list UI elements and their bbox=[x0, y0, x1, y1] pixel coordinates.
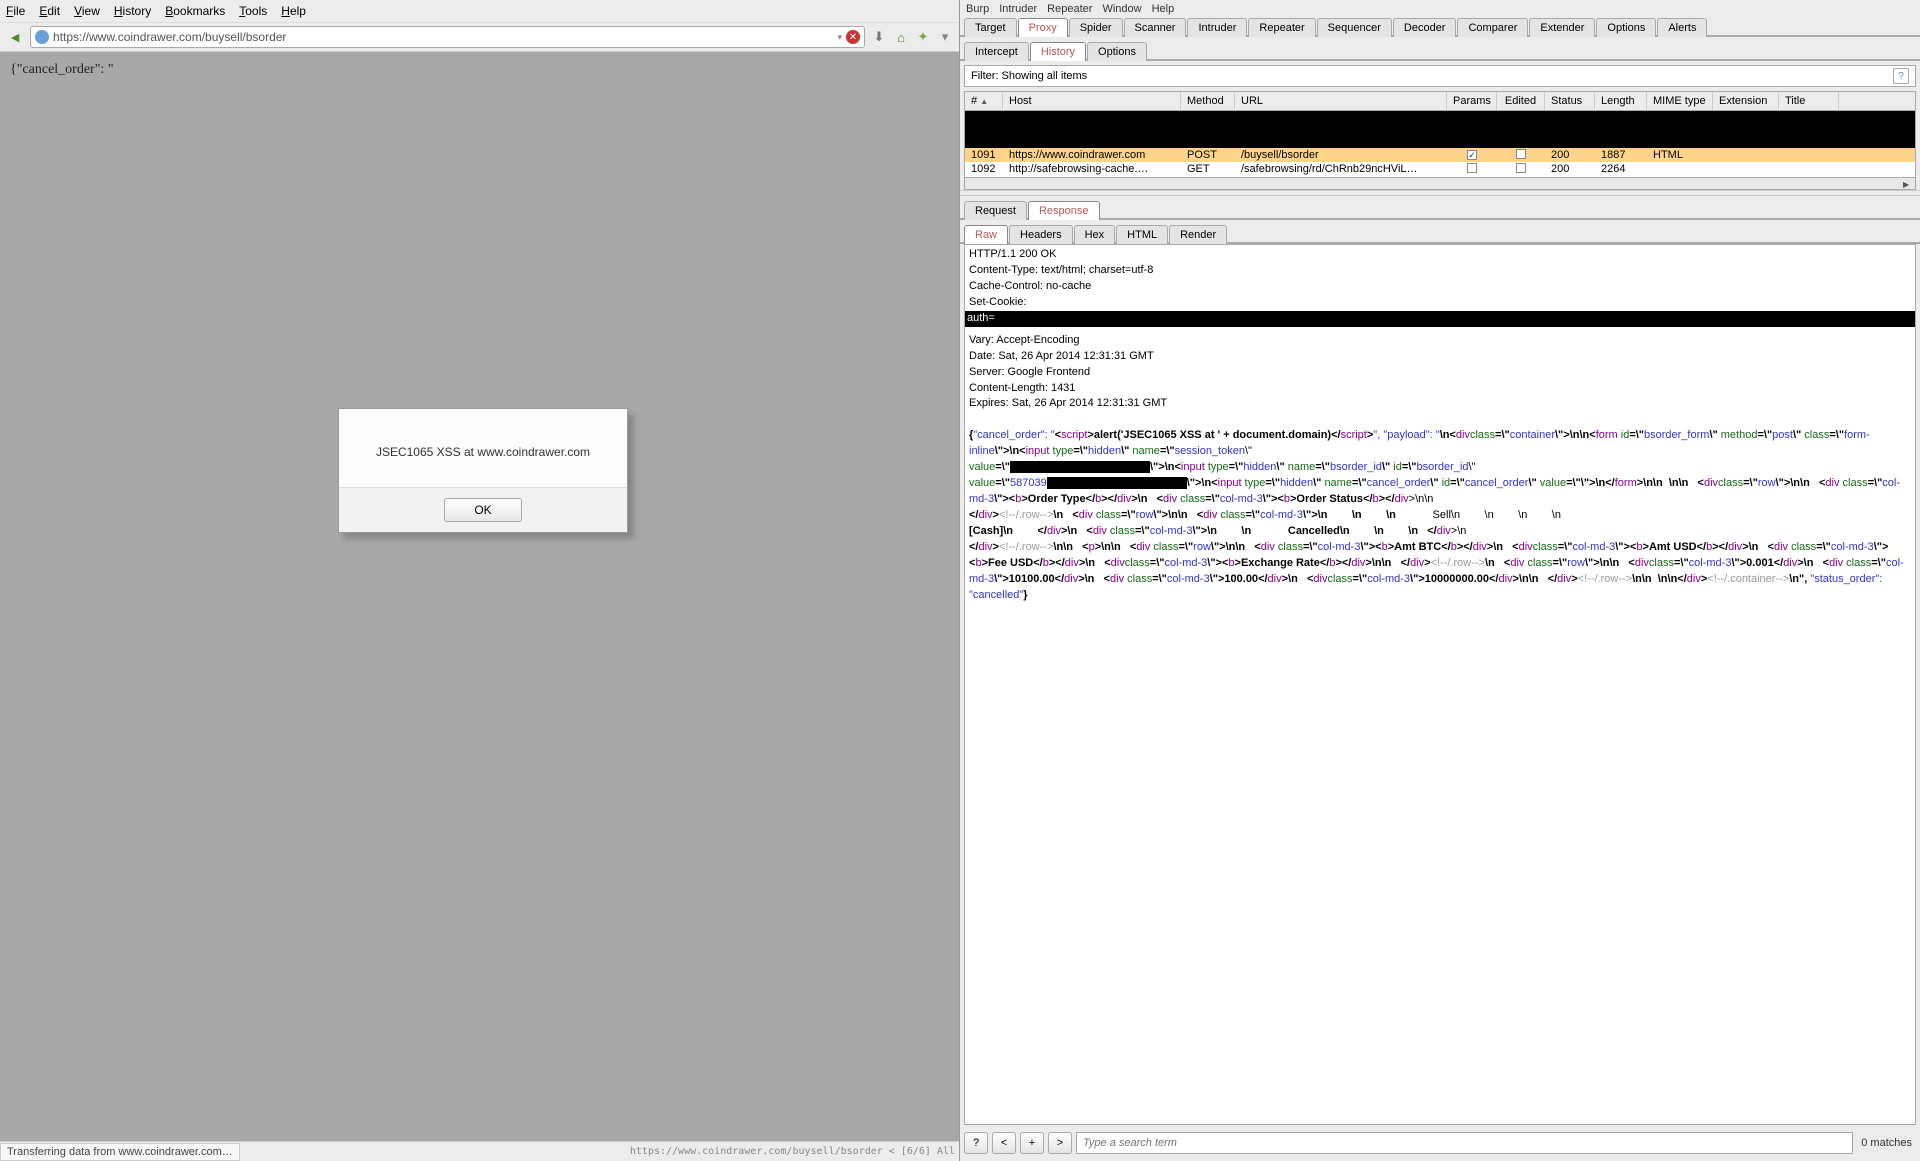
firefox-toolbar: ◄ https://www.coindrawer.com/buysell/bso… bbox=[0, 22, 959, 52]
reqres-tabs: RequestResponse bbox=[960, 196, 1920, 219]
col-edited[interactable]: Edited bbox=[1497, 92, 1545, 110]
tab-decoder[interactable]: Decoder bbox=[1393, 18, 1457, 37]
burp-menu-repeater[interactable]: Repeater bbox=[1047, 3, 1092, 15]
table-row[interactable]: 1091https://www.coindrawer.comPOST/buyse… bbox=[965, 148, 1915, 163]
tab-request[interactable]: Request bbox=[964, 201, 1027, 220]
tab-repeater[interactable]: Repeater bbox=[1248, 18, 1315, 37]
burp-top-tabs: TargetProxySpiderScannerIntruderRepeater… bbox=[960, 17, 1920, 36]
tab-options[interactable]: Options bbox=[1087, 42, 1147, 61]
alert-footer: OK bbox=[339, 487, 627, 532]
match-count: 0 matches bbox=[1857, 1137, 1916, 1149]
burp-menubar: Burp Intruder Repeater Window Help bbox=[960, 0, 1920, 17]
tab-alerts[interactable]: Alerts bbox=[1657, 18, 1707, 37]
ff-menu-tools[interactable]: Tools bbox=[239, 4, 267, 18]
tab-headers[interactable]: Headers bbox=[1009, 225, 1073, 244]
tab-options[interactable]: Options bbox=[1596, 18, 1656, 37]
ff-menu-history[interactable]: History bbox=[114, 4, 151, 18]
back-button[interactable]: ◄ bbox=[6, 28, 24, 46]
col-length[interactable]: Length bbox=[1595, 92, 1647, 110]
redacted-value bbox=[1010, 461, 1150, 473]
stop-icon[interactable]: ✕ bbox=[846, 30, 860, 44]
ff-menu-bookmarks[interactable]: Bookmarks bbox=[165, 4, 225, 18]
firefox-window: File Edit View History Bookmarks Tools Help ◄ … bbox=[0, 0, 960, 1161]
downloads-icon[interactable]: ⬇ bbox=[871, 29, 887, 45]
tab-extender[interactable]: Extender bbox=[1529, 18, 1595, 37]
addon-icon[interactable]: ✦ bbox=[915, 29, 931, 45]
col-method[interactable]: Method bbox=[1181, 92, 1235, 110]
view-tabs: RawHeadersHexHTMLRender bbox=[960, 220, 1920, 243]
tab-history[interactable]: History bbox=[1030, 42, 1086, 61]
ff-menu-edit[interactable]: Edit bbox=[39, 4, 60, 18]
horizontal-scrollbar[interactable]: ▶ bbox=[965, 177, 1915, 189]
search-prev-button[interactable]: < bbox=[992, 1132, 1016, 1154]
table-row[interactable]: 1092http://safebrowsing-cache.…GET/safeb… bbox=[965, 162, 1915, 177]
menu-icon[interactable]: ▾ bbox=[937, 29, 953, 45]
tab-intruder[interactable]: Intruder bbox=[1187, 18, 1247, 37]
alert-ok-button[interactable]: OK bbox=[444, 498, 522, 522]
search-bar: ? < + > 0 matches bbox=[964, 1129, 1916, 1157]
col-host[interactable]: Host bbox=[1003, 92, 1181, 110]
filter-bar[interactable]: Filter: Showing all items ? bbox=[964, 65, 1916, 87]
search-input[interactable] bbox=[1076, 1132, 1853, 1154]
col-#[interactable]: # ▲ bbox=[965, 92, 1003, 110]
table-header[interactable]: # ▲HostMethodURLParamsEditedStatusLength… bbox=[965, 92, 1915, 111]
checkbox-icon bbox=[1467, 150, 1477, 160]
page-body-text: {"cancel_order": " bbox=[10, 62, 114, 78]
status-text: Transferring data from www.coindrawer.co… bbox=[0, 1143, 240, 1161]
checkbox-icon bbox=[1516, 163, 1526, 173]
firefox-menubar: File Edit View History Bookmarks Tools Help bbox=[0, 0, 959, 22]
response-body: {"cancel_order": "<script>alert('JSEC106… bbox=[969, 428, 1911, 603]
browser-viewport: {"cancel_order": " JSEC1065 XSS at www.c… bbox=[0, 52, 959, 1141]
tab-proxy[interactable]: Proxy bbox=[1018, 18, 1068, 37]
home-icon[interactable]: ⌂ bbox=[893, 29, 909, 45]
scroll-right-icon[interactable]: ▶ bbox=[1903, 180, 1913, 188]
ff-menu-view[interactable]: View bbox=[74, 4, 100, 18]
checkbox-icon bbox=[1516, 149, 1526, 159]
table-body[interactable]: 1091https://www.coindrawer.comPOST/buyse… bbox=[965, 111, 1915, 177]
search-help-button[interactable]: ? bbox=[964, 1132, 988, 1154]
dropdown-icon[interactable]: ▾ bbox=[837, 32, 842, 43]
burp-menu-burp[interactable]: Burp bbox=[966, 3, 989, 15]
js-alert-dialog: JSEC1065 XSS at www.coindrawer.com OK bbox=[338, 408, 628, 533]
tab-response[interactable]: Response bbox=[1028, 201, 1100, 220]
ff-menu-file[interactable]: File bbox=[6, 4, 25, 18]
tab-comparer[interactable]: Comparer bbox=[1457, 18, 1528, 37]
burp-menu-intruder[interactable]: Intruder bbox=[999, 3, 1037, 15]
tab-target[interactable]: Target bbox=[964, 18, 1017, 37]
proxy-sub-tabs: InterceptHistoryOptions bbox=[960, 37, 1920, 60]
col-status[interactable]: Status bbox=[1545, 92, 1595, 110]
tab-html[interactable]: HTML bbox=[1116, 225, 1168, 244]
tab-spider[interactable]: Spider bbox=[1069, 18, 1123, 37]
alert-message: JSEC1065 XSS at www.coindrawer.com bbox=[339, 409, 627, 487]
filter-text: Filter: Showing all items bbox=[971, 70, 1087, 82]
burp-menu-window[interactable]: Window bbox=[1102, 3, 1141, 15]
history-table: # ▲HostMethodURLParamsEditedStatusLength… bbox=[964, 91, 1916, 190]
tab-hex[interactable]: Hex bbox=[1074, 225, 1116, 244]
tab-intercept[interactable]: Intercept bbox=[964, 42, 1029, 61]
col-extension[interactable]: Extension bbox=[1713, 92, 1779, 110]
raw-response-view[interactable]: HTTP/1.1 200 OKContent-Type: text/html; … bbox=[964, 244, 1916, 1125]
url-text: https://www.coindrawer.com/buysell/bsord… bbox=[53, 30, 837, 44]
help-icon[interactable]: ? bbox=[1893, 68, 1909, 84]
col-title[interactable]: Title bbox=[1779, 92, 1839, 110]
col-params[interactable]: Params bbox=[1447, 92, 1497, 110]
checkbox-icon bbox=[1467, 163, 1477, 173]
site-identity-icon bbox=[35, 30, 49, 44]
burp-menu-help[interactable]: Help bbox=[1152, 3, 1175, 15]
tab-scanner[interactable]: Scanner bbox=[1124, 18, 1187, 37]
search-add-button[interactable]: + bbox=[1020, 1132, 1044, 1154]
tab-sequencer[interactable]: Sequencer bbox=[1317, 18, 1392, 37]
redacted-value bbox=[1047, 477, 1187, 489]
col-url[interactable]: URL bbox=[1235, 92, 1447, 110]
tab-raw[interactable]: Raw bbox=[964, 225, 1008, 244]
search-next-button[interactable]: > bbox=[1048, 1132, 1072, 1154]
status-right: https://www.coindrawer.com/buysell/bsord… bbox=[630, 1146, 959, 1157]
ff-menu-help[interactable]: Help bbox=[281, 4, 306, 18]
tab-render[interactable]: Render bbox=[1169, 225, 1227, 244]
url-bar[interactable]: https://www.coindrawer.com/buysell/bsord… bbox=[30, 26, 865, 48]
firefox-statusbar: Transferring data from www.coindrawer.co… bbox=[0, 1141, 959, 1161]
col-mimetype[interactable]: MIME type bbox=[1647, 92, 1713, 110]
burp-window: BurpIntruderRepeaterWindowHelp TargetPro… bbox=[960, 0, 1920, 1161]
redacted-cookie: auth= bbox=[965, 311, 1915, 327]
